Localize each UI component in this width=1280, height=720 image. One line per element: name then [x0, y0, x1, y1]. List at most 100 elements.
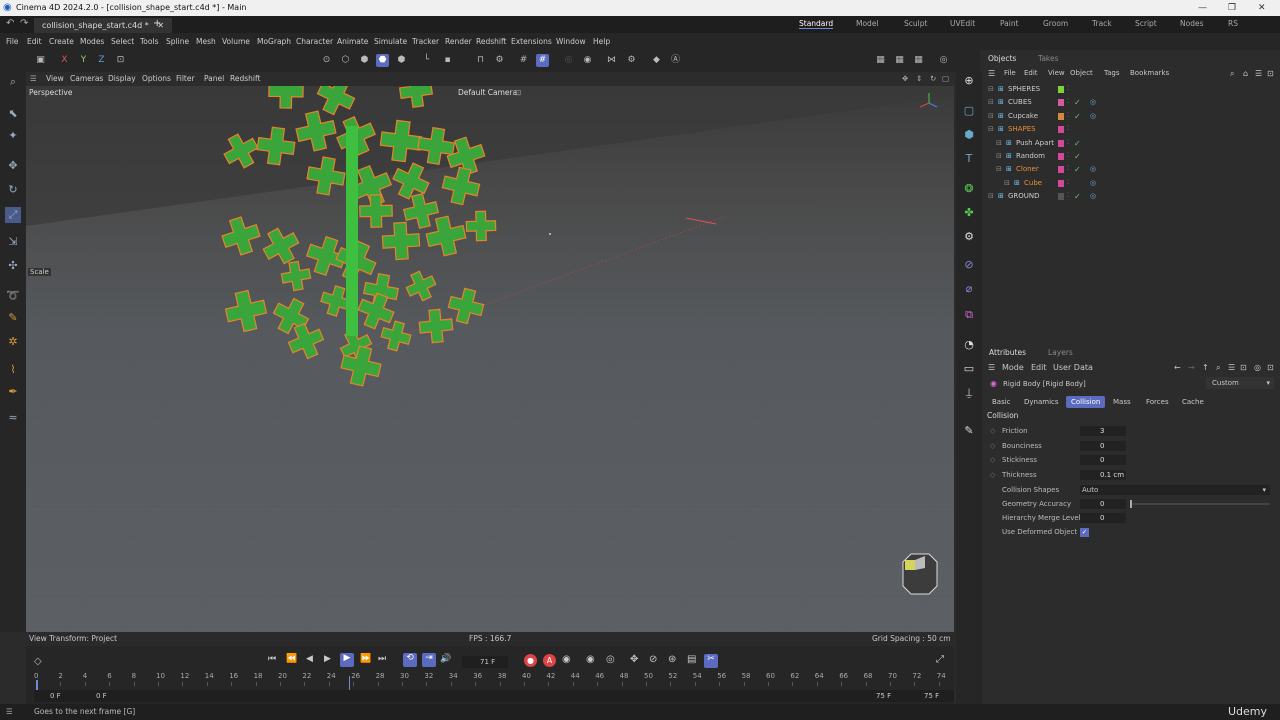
redo-icon[interactable]: ↷ [20, 18, 28, 29]
search-icon[interactable]: ⌕ [5, 74, 21, 90]
attr-new-icon[interactable]: ⊡ [1267, 363, 1274, 372]
attributes-hamburger-icon[interactable]: ☰ [988, 363, 995, 372]
object-mode-icon[interactable]: ▣ [34, 54, 47, 67]
settings-icon[interactable]: ⚙ [625, 54, 638, 67]
keyframe-diamond-icon[interactable]: ◇ [990, 454, 995, 466]
expand-icon[interactable]: ⊟ [996, 137, 1002, 150]
layout-uvedit[interactable]: UVEdit [950, 19, 975, 28]
geometry-accuracy-slider[interactable] [1130, 503, 1270, 505]
tag-icon[interactable]: ◎ [1090, 163, 1096, 176]
attr-menu-user-data[interactable]: User Data [1053, 363, 1093, 372]
key-param-icon[interactable]: ⊘ [649, 654, 657, 665]
playhead[interactable] [349, 676, 350, 690]
undo-icon[interactable]: ↶ [6, 18, 14, 29]
go-to-end-icon[interactable]: ⏭ [378, 654, 386, 664]
menu-create[interactable]: Create [49, 37, 74, 46]
tag-icon[interactable]: ◎ [1090, 110, 1096, 123]
preset-dropdown[interactable]: Custom ▾ [1206, 377, 1274, 389]
layout-model[interactable]: Model [856, 19, 879, 28]
scale-icon[interactable]: ⤢ [5, 207, 21, 223]
key-pla-icon[interactable]: ⊛ [668, 654, 676, 665]
enabled-check-icon[interactable]: ✓ [1074, 163, 1081, 176]
maximize-view-icon[interactable]: ▢ [942, 74, 949, 83]
objects-search-icon[interactable]: ⌕ [1230, 69, 1234, 79]
start-frame-field[interactable]: 0 F [50, 692, 61, 700]
light-icon[interactable]: ⍊ [961, 386, 977, 402]
camera-label[interactable]: Default Camera [458, 88, 517, 97]
objects-menu-view[interactable]: View [1048, 69, 1065, 77]
add-tab-button[interactable]: + [153, 18, 161, 29]
axis-y-button[interactable]: Y [77, 54, 90, 67]
cursor-icon[interactable]: ⊕ [961, 74, 977, 90]
lock-icon[interactable]: ⚙ [493, 54, 506, 67]
keyframe-icon[interactable]: ◇ [34, 656, 42, 667]
subtab-dynamics[interactable]: Dynamics [1019, 396, 1064, 408]
rotate-icon[interactable]: ↻ [5, 182, 21, 198]
render-view-icon[interactable]: ◆ [650, 54, 663, 67]
expand-icon[interactable]: ⊟ [1004, 177, 1010, 190]
layout-standard[interactable]: Standard [799, 19, 833, 29]
layer-color-swatch[interactable] [1058, 99, 1064, 106]
points-mode-icon[interactable]: ⊙ [320, 54, 333, 67]
status-menu-icon[interactable]: ☰ [6, 704, 13, 720]
subtab-mass[interactable]: Mass [1108, 396, 1136, 408]
expand-icon[interactable]: ⊟ [996, 163, 1002, 176]
current-frame-field[interactable]: 71 F [462, 656, 508, 668]
redshift-icon[interactable]: ◎ [937, 54, 950, 67]
menu-spline[interactable]: Spline [166, 37, 189, 46]
collision-shapes-dropdown[interactable]: Auto ▾ [1080, 485, 1270, 495]
record-icon[interactable]: ● [524, 654, 537, 667]
sound-icon[interactable]: 🔊 [440, 654, 451, 664]
snap-enable-icon[interactable]: # [536, 54, 549, 67]
loop-icon[interactable]: ⟲ [403, 653, 417, 667]
enabled-check-icon[interactable]: ✓ [1074, 110, 1081, 123]
scene-icon[interactable]: ◔ [961, 338, 977, 354]
menu-character[interactable]: Character [296, 37, 333, 46]
objects-home-icon[interactable]: ⌂ [1243, 69, 1248, 78]
next-frame-button[interactable]: ▶ [340, 653, 354, 667]
axis-x-button[interactable]: X [58, 54, 71, 67]
prop-field[interactable]: 0.1 cm [1080, 470, 1126, 480]
pan-icon[interactable]: ✥ [902, 74, 908, 83]
object-row-cube[interactable]: ⊟ ⊞ Cube ⁚ ◎ [984, 177, 1280, 190]
viewport-menu-panel[interactable]: Panel [204, 74, 224, 83]
menu-extensions[interactable]: Extensions [511, 37, 552, 46]
axis-z-button[interactable]: Z [95, 54, 108, 67]
menu-help[interactable]: Help [593, 37, 610, 46]
timeline-expand-icon[interactable]: ⤢ [936, 654, 944, 665]
camera-icon[interactable]: ▭ [961, 362, 977, 378]
expand-icon[interactable]: ⊟ [988, 190, 994, 203]
preview-range-icon[interactable]: ⇥ [422, 653, 436, 667]
maximize-icon[interactable]: ❐ [1228, 0, 1236, 16]
visibility-dots-icon[interactable]: ⁚ [1067, 149, 1069, 162]
edges-mode-icon[interactable]: ⬡ [339, 54, 352, 67]
minimize-icon[interactable]: — [1198, 0, 1207, 16]
viewport-menu-display[interactable]: Display [108, 74, 136, 83]
deformer-icon[interactable]: ⊘ [961, 258, 977, 274]
keyframe-diamond-icon[interactable]: ◇ [990, 469, 995, 481]
up-arrow-icon[interactable]: ↑ [1202, 363, 1209, 372]
layer-color-swatch[interactable] [1058, 193, 1064, 200]
close-icon[interactable]: ✕ [1258, 0, 1266, 16]
tab-layers[interactable]: Layers [1048, 348, 1073, 357]
cloner-icon[interactable]: ✤ [961, 206, 977, 222]
menu-file[interactable]: File [6, 37, 19, 46]
pen-icon[interactable]: ✎ [5, 310, 21, 326]
keyframe-selection-icon[interactable]: ◉ [562, 654, 571, 665]
menu-redshift[interactable]: Redshift [476, 37, 506, 46]
transform-icon[interactable]: ⇲ [5, 234, 21, 250]
menu-volume[interactable]: Volume [222, 37, 250, 46]
object-name[interactable]: Push Apart [1016, 137, 1054, 150]
navigation-cube[interactable] [903, 554, 937, 594]
render-picture-icon[interactable]: ▦ [874, 54, 887, 67]
layer-color-swatch[interactable] [1058, 180, 1064, 187]
enabled-check-icon[interactable]: ✓ [1074, 96, 1081, 109]
layer-color-swatch[interactable] [1058, 166, 1064, 173]
visibility-dots-icon[interactable]: ⁚ [1067, 109, 1069, 122]
objects-hamburger-icon[interactable]: ☰ [988, 69, 995, 78]
generator-icon[interactable]: ❂ [961, 182, 977, 198]
layout-paint[interactable]: Paint [1000, 19, 1019, 28]
prop-field[interactable]: 0 [1080, 441, 1126, 451]
layout-sculpt[interactable]: Sculpt [904, 19, 927, 28]
render-active-icon[interactable]: Ⓐ [669, 54, 682, 67]
